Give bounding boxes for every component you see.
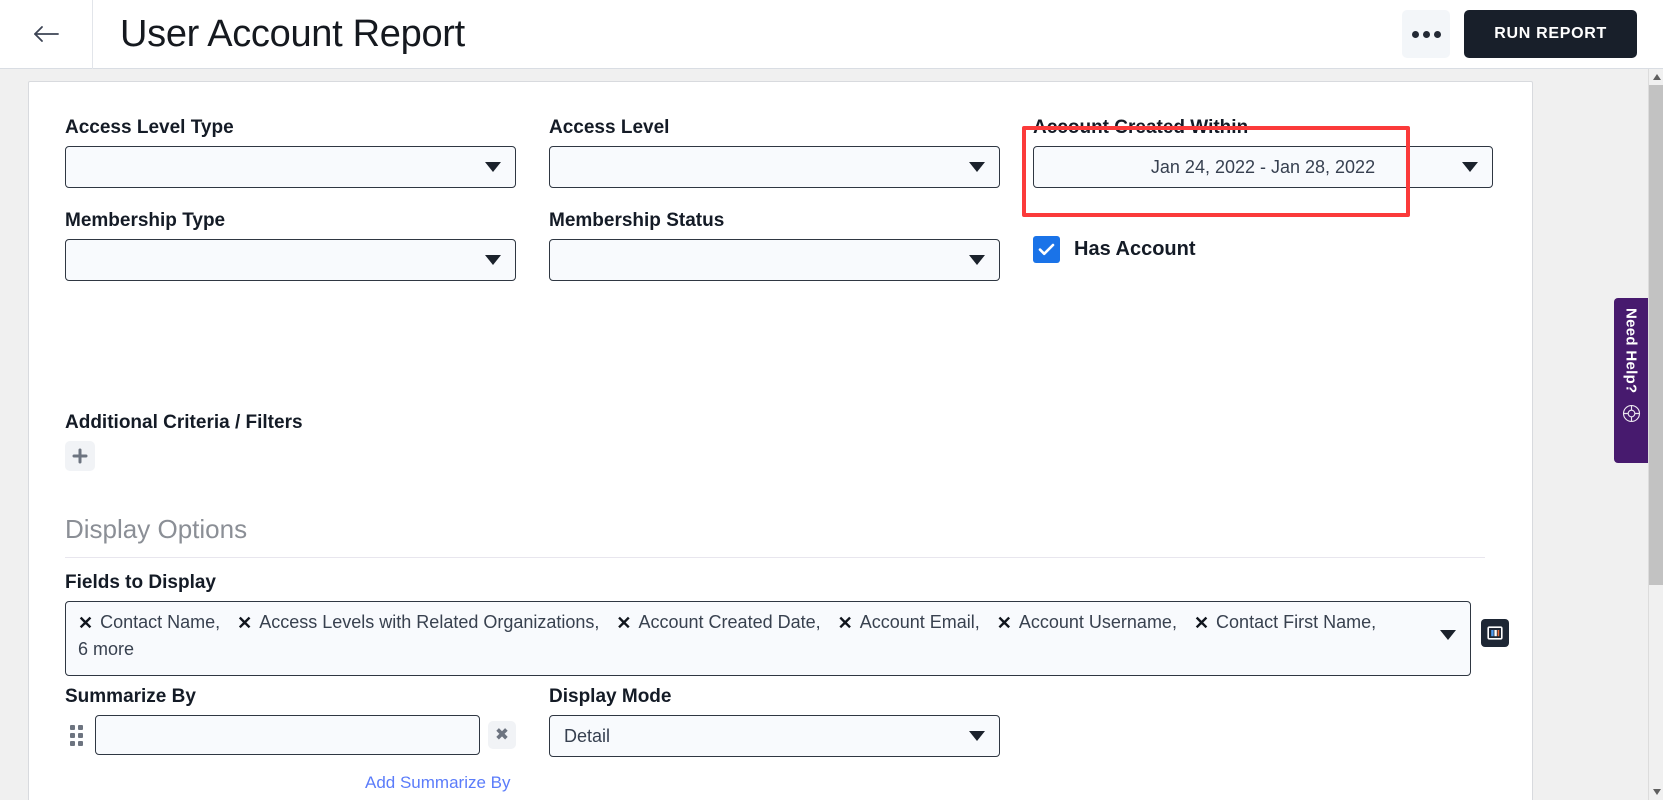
summarize-display-block: Summarize By ✖ Display Mode Detail	[65, 686, 1505, 793]
page-header: User Account Report RUN REPORT	[0, 0, 1663, 69]
field-display-mode: Display Mode Detail	[549, 686, 1000, 757]
fields-to-display-label: Fields to Display	[65, 572, 1505, 594]
has-account-checkbox-row[interactable]: Has Account	[1033, 236, 1493, 263]
chevron-down-icon	[969, 162, 985, 172]
chevron-down-icon	[1462, 162, 1478, 172]
ellipsis-icon	[1423, 31, 1430, 38]
membership-type-label: Membership Type	[65, 210, 516, 232]
has-account-checkbox[interactable]	[1033, 236, 1060, 263]
field-summarize-by: Summarize By ✖	[65, 686, 516, 757]
columns-grid-icon	[1487, 625, 1503, 641]
chevron-down-icon[interactable]	[1440, 630, 1456, 640]
additional-criteria-section: Additional Criteria / Filters	[65, 412, 303, 471]
close-x-icon[interactable]: ✕	[1194, 614, 1209, 632]
membership-type-select[interactable]	[65, 239, 516, 281]
field-chip-label: Contact Name,	[100, 612, 220, 633]
report-builder-page: User Account Report RUN REPORT Access Le…	[0, 0, 1663, 800]
summarize-by-input[interactable]	[95, 715, 480, 755]
access-level-type-select[interactable]	[65, 146, 516, 188]
scrollbar-thumb[interactable]	[1649, 85, 1663, 585]
choose-columns-button[interactable]	[1481, 619, 1509, 647]
page-title: User Account Report	[120, 13, 465, 56]
run-report-button[interactable]: RUN REPORT	[1464, 10, 1637, 58]
close-x-icon[interactable]: ✕	[237, 614, 252, 632]
field-chip[interactable]: ✕ Account Username,	[997, 612, 1177, 633]
chevron-down-icon	[969, 731, 985, 741]
account-created-within-select[interactable]: Jan 24, 2022 - Jan 28, 2022	[1033, 146, 1493, 188]
add-criteria-button[interactable]	[65, 441, 95, 471]
scroll-up-button[interactable]	[1649, 69, 1663, 85]
report-criteria-card: Access Level Type Access Level	[28, 81, 1533, 800]
field-chip[interactable]: ✕ Contact First Name,	[1194, 612, 1376, 633]
need-help-label: Need Help?	[1623, 308, 1640, 394]
field-chip-label: Contact First Name,	[1216, 612, 1376, 633]
account-created-within-label: Account Created Within	[1033, 117, 1493, 139]
close-x-icon[interactable]: ✕	[838, 614, 853, 632]
close-x-icon[interactable]: ✕	[997, 614, 1012, 632]
access-level-type-label: Access Level Type	[65, 117, 516, 139]
field-access-level-type: Access Level Type	[65, 117, 516, 188]
scroll-down-button[interactable]	[1649, 784, 1663, 800]
field-chip-label: Account Email,	[860, 612, 980, 633]
ellipsis-icon	[1434, 31, 1441, 38]
field-chip-label: Account Created Date,	[639, 612, 821, 633]
membership-status-select[interactable]	[549, 239, 1000, 281]
add-summarize-by-link[interactable]: Add Summarize By	[365, 773, 511, 793]
has-account-label: Has Account	[1074, 238, 1196, 261]
chevron-down-icon	[485, 162, 501, 172]
field-chip[interactable]: ✕ Contact Name,	[78, 612, 220, 633]
back-arrow-icon	[29, 17, 63, 51]
close-x-icon[interactable]: ✕	[616, 614, 631, 632]
field-account-created-within: Account Created Within Jan 24, 2022 - Ja…	[1033, 117, 1493, 188]
display-options-section: Display Options	[65, 514, 1485, 558]
chevron-down-icon	[969, 255, 985, 265]
field-membership-type: Membership Type	[65, 210, 516, 281]
close-x-icon[interactable]: ✕	[78, 614, 93, 632]
access-level-select[interactable]	[549, 146, 1000, 188]
drag-handle-icon[interactable]	[65, 722, 87, 748]
field-chip[interactable]: ✕ Access Levels with Related Organizatio…	[237, 612, 599, 633]
fields-to-display-row: ✕ Contact Name, ✕ Access Levels with Rel…	[65, 601, 1505, 676]
field-chip-label: Account Username,	[1019, 612, 1177, 633]
plus-icon	[72, 448, 88, 464]
display-mode-value: Detail	[550, 726, 610, 747]
field-chip[interactable]: ✕ Account Email,	[838, 612, 980, 633]
need-help-tab[interactable]: Need Help?	[1614, 298, 1648, 463]
field-chip[interactable]: ✕ Account Created Date,	[616, 612, 820, 633]
membership-status-label: Membership Status	[549, 210, 1000, 232]
checkmark-icon	[1038, 243, 1055, 256]
fields-to-display-input[interactable]: ✕ Contact Name, ✕ Access Levels with Rel…	[65, 601, 1471, 676]
filters-section: Access Level Type Access Level	[65, 117, 1505, 303]
chevron-down-icon	[485, 255, 501, 265]
fields-more-count[interactable]: 6 more	[78, 639, 1430, 660]
header-actions: RUN REPORT	[1402, 10, 1663, 58]
summarize-by-controls: ✖	[65, 715, 516, 755]
back-button[interactable]	[0, 0, 93, 69]
filter-row-1: Access Level Type Access Level	[65, 117, 1505, 188]
field-has-account: Has Account	[1033, 210, 1493, 281]
fields-chip-list: ✕ Contact Name, ✕ Access Levels with Rel…	[78, 612, 1430, 633]
ellipsis-icon	[1412, 31, 1419, 38]
field-membership-status: Membership Status	[549, 210, 1000, 281]
summarize-by-label: Summarize By	[65, 686, 516, 708]
more-options-button[interactable]	[1402, 10, 1450, 58]
filter-row-2: Membership Type Membership Status	[65, 210, 1505, 281]
summarize-by-clear-button[interactable]: ✖	[488, 721, 516, 749]
display-options-heading: Display Options	[65, 514, 1485, 558]
field-chip-label: Access Levels with Related Organizations…	[259, 612, 599, 633]
account-created-within-value: Jan 24, 2022 - Jan 28, 2022	[1034, 157, 1492, 178]
fields-to-display-block: Fields to Display ✕ Contact Name, ✕ Acce…	[65, 572, 1505, 676]
display-mode-select[interactable]: Detail	[549, 715, 1000, 757]
additional-criteria-title: Additional Criteria / Filters	[65, 412, 303, 434]
lifebuoy-icon	[1622, 404, 1641, 428]
page-body: Access Level Type Access Level	[0, 69, 1663, 800]
access-level-label: Access Level	[549, 117, 1000, 139]
field-access-level: Access Level	[549, 117, 1000, 188]
summarize-display-row: Summarize By ✖ Display Mode Detail	[65, 686, 1505, 757]
display-mode-label: Display Mode	[549, 686, 1000, 708]
vertical-scrollbar[interactable]	[1648, 69, 1663, 800]
